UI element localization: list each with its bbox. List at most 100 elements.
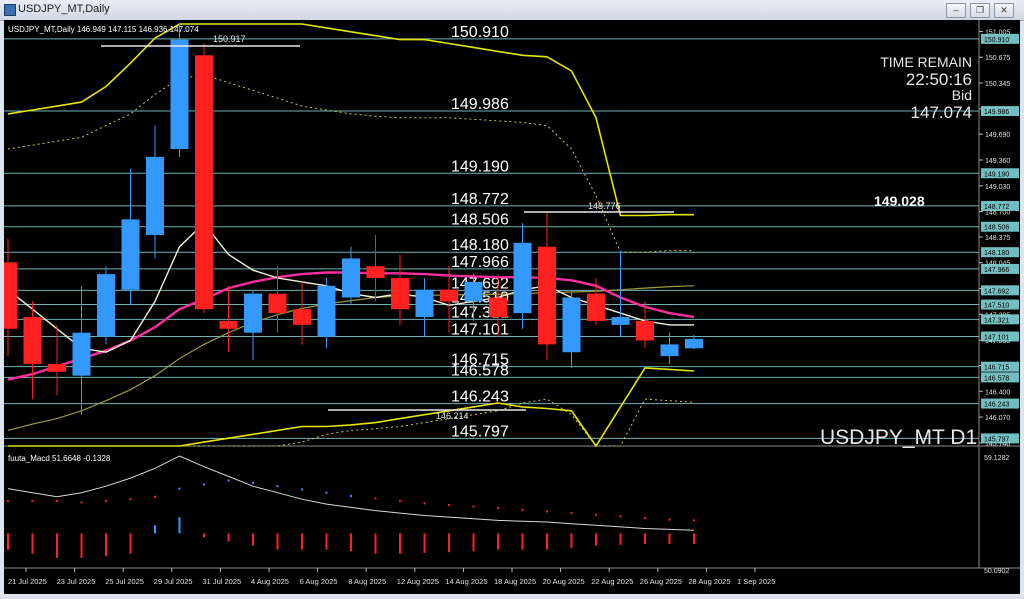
macd-hist-bar-3 [80,533,83,558]
candle-body [366,266,385,278]
candle-17[interactable] [415,277,434,337]
chart-area[interactable]: 150.910 149.986 149.190 148.772 148.506 148.1… [0,20,1020,594]
date-axis-label: 14 Aug 2025 [445,577,487,586]
candle-14[interactable] [342,246,360,306]
macd-signal-dot-24 [595,513,597,516]
level-label-5: 148.180 [451,237,509,254]
macd-hist-bar-23 [570,533,573,549]
price-axis-tick-label: 149.030 [985,184,1010,191]
macd-signal-dot-9 [227,479,230,482]
macd-signal-dot-17 [423,502,426,505]
candle-7[interactable] [170,24,189,157]
macd-hist-bar-20 [497,533,499,550]
envelope-upper-line [7,23,694,217]
level-label-12: 146.578 [451,362,509,379]
candle-2[interactable] [48,324,66,396]
date-axis-label: 1 Sep 2025 [737,577,775,586]
candle-body [219,320,238,329]
macd-hist-bar-6 [154,525,156,534]
window-titlebar[interactable]: USDJPY_MT,Daily – ❐ ✕ [0,0,1024,21]
date-axis-label: 8 Aug 2025 [348,577,386,586]
candle-body [440,289,458,302]
price-tag-label: 148.506 [984,225,1009,232]
date-axis-label: 6 Aug 2025 [300,577,338,586]
level-label-2: 149.190 [451,158,509,175]
date-axis-label: 31 Jul 2025 [202,577,241,586]
mid-high-annotation-label: 148.776 [588,201,621,211]
application-window: USDJPY_MT,Daily – ❐ ✕ 150.910 149.986 149.… [0,0,1024,597]
candle-10[interactable] [244,289,262,361]
macd-signal-dot-1 [31,499,34,502]
chart-info-line: USDJPY_MT,Daily 146.949 147.115 146.936 … [8,25,199,34]
macd-signal-dot-14 [350,494,352,497]
candle-body [293,309,311,325]
close-icon[interactable]: ✕ [994,3,1014,18]
price-axis-tick-label: 149.360 [985,158,1010,165]
candle-8[interactable] [195,43,213,314]
candle-1[interactable] [23,301,42,400]
macd-hist-bar-4 [105,533,107,557]
date-axis-label: 23 Jul 2025 [57,577,96,586]
macd-hist-bar-15 [374,533,377,554]
macd-hist-bar-17 [423,533,426,553]
candle-13[interactable] [317,277,336,349]
macd-signal-dot-21 [521,508,524,511]
price-tag-label: 150.910 [984,37,1009,44]
candle-27[interactable] [660,332,679,364]
price-axis-tick-label: 146.400 [985,389,1010,396]
price-tag-label: 147.966 [984,267,1009,274]
envelope-upper-dotted-line [7,74,694,253]
candle-0[interactable] [0,238,17,357]
price-tag-label: 146.243 [984,402,1009,409]
macd-signal-dot-16 [399,499,401,502]
candle-22[interactable] [538,211,556,361]
macd-signal-dot-0 [7,499,9,502]
candle-6[interactable] [146,125,164,259]
candle-12[interactable] [293,281,311,345]
macd-hist-bar-9 [227,533,230,542]
date-axis-label: 18 Aug 2025 [494,577,536,586]
candle-28[interactable] [685,335,703,350]
candle-body [513,242,532,314]
macd-signal-dot-23 [570,512,573,515]
candle-body [146,156,164,235]
macd-signal-dot-5 [129,498,132,501]
low-annotation-label: 146.214 [436,411,469,421]
date-axis-label: 22 Aug 2025 [591,577,633,586]
price-axis-tick-label: 149.690 [985,132,1010,139]
price-tag-label: 149.986 [984,109,1009,116]
candle-15[interactable] [366,235,385,302]
date-axis-label: 28 Aug 2025 [688,577,730,586]
macd-signal-dot-20 [497,507,499,510]
macd-signal-dot-6 [154,495,156,498]
date-axis-label: 25 Jul 2025 [105,577,144,586]
macd-signal-dot-12 [301,488,303,491]
candle-21[interactable] [513,223,532,329]
price-tag-label: 147.692 [984,288,1009,295]
date-axis-label: 20 Aug 2025 [543,577,585,586]
macd-hist-bar-28 [693,533,695,545]
candle-body [97,274,115,337]
candle-16[interactable] [391,254,409,325]
candle-3[interactable] [72,285,91,415]
candle-body [660,344,679,357]
macd-signal-dot-19 [472,505,475,508]
macd-signal-dot-3 [80,501,83,504]
candle-4[interactable] [97,266,115,345]
macd-hist-bar-0 [7,533,9,550]
candle-body [170,39,189,150]
minimize-icon[interactable]: – [946,3,966,18]
macd-hist-bar-14 [350,533,352,552]
candle-23[interactable] [562,289,581,368]
restore-icon[interactable]: ❐ [970,3,990,18]
candle-body [72,332,91,376]
candle-body [391,277,409,310]
candle-body [121,219,140,290]
macd-line [7,455,695,531]
candle-body [48,363,66,372]
price-tag-label: 147.101 [984,335,1009,342]
app-icon [4,4,16,16]
candle-5[interactable] [121,168,140,306]
date-axis-label: 4 Aug 2025 [251,577,289,586]
price-axis-tick-label: 148.375 [985,235,1010,242]
